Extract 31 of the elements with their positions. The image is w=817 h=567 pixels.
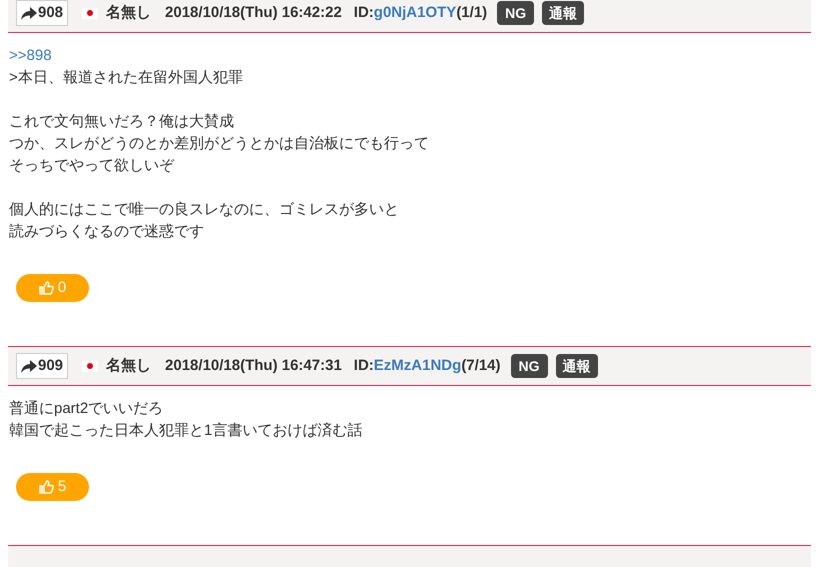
reply-button[interactable]: 909 xyxy=(16,353,68,379)
post-text: これで文句無いだろ？俺は大賛成 xyxy=(9,112,234,132)
flag-icon xyxy=(82,360,98,372)
poster-name: 名無し xyxy=(106,356,152,376)
post-text: つか、スレがどうのとか差別がどうとかは自治板にでも行って xyxy=(9,134,429,154)
report-button[interactable]: 通報 xyxy=(556,354,598,378)
poster-name: 名無し xyxy=(106,2,152,23)
post-date: 2018/10/18(Thu) 16:47:31 xyxy=(165,356,342,376)
thumbs-up-icon xyxy=(38,281,54,295)
id-label: ID: xyxy=(354,2,374,23)
post-text: そっちでやって欲しいぞ xyxy=(9,156,174,176)
post-text: 韓国で起こった日本人犯罪と1言書いておけば済む話 xyxy=(9,421,362,441)
share-arrow-icon xyxy=(21,360,37,372)
share-arrow-icon xyxy=(21,6,37,20)
post-text: >本日、報道された在留外国人犯罪 xyxy=(9,68,243,88)
post-text: 読みづらくなるので迷惑です xyxy=(9,222,204,242)
flag-icon xyxy=(82,8,98,18)
post-text: 個人的にはここで唯一の良スレなのに、ゴミレスが多いと xyxy=(9,200,399,220)
report-button[interactable]: 通報 xyxy=(542,1,584,25)
reply-button[interactable]: 908 xyxy=(16,0,68,26)
id-link[interactable]: g0NjA1OTY xyxy=(374,2,456,24)
thumbs-up-icon xyxy=(38,480,54,494)
post-date: 2018/10/18(Thu) 16:42:22 xyxy=(165,2,342,23)
id-label: ID: xyxy=(354,356,374,376)
post-count: (7/14) xyxy=(461,356,500,376)
ng-button[interactable]: NG xyxy=(510,354,548,378)
ng-button[interactable]: NG xyxy=(497,1,534,25)
id-link[interactable]: EzMzA1NDg xyxy=(374,354,462,378)
reply-link[interactable]: >>898 xyxy=(9,45,52,67)
post-text: 普通にpart2でいいだろ xyxy=(9,399,164,419)
post-count: (1/1) xyxy=(456,2,488,23)
